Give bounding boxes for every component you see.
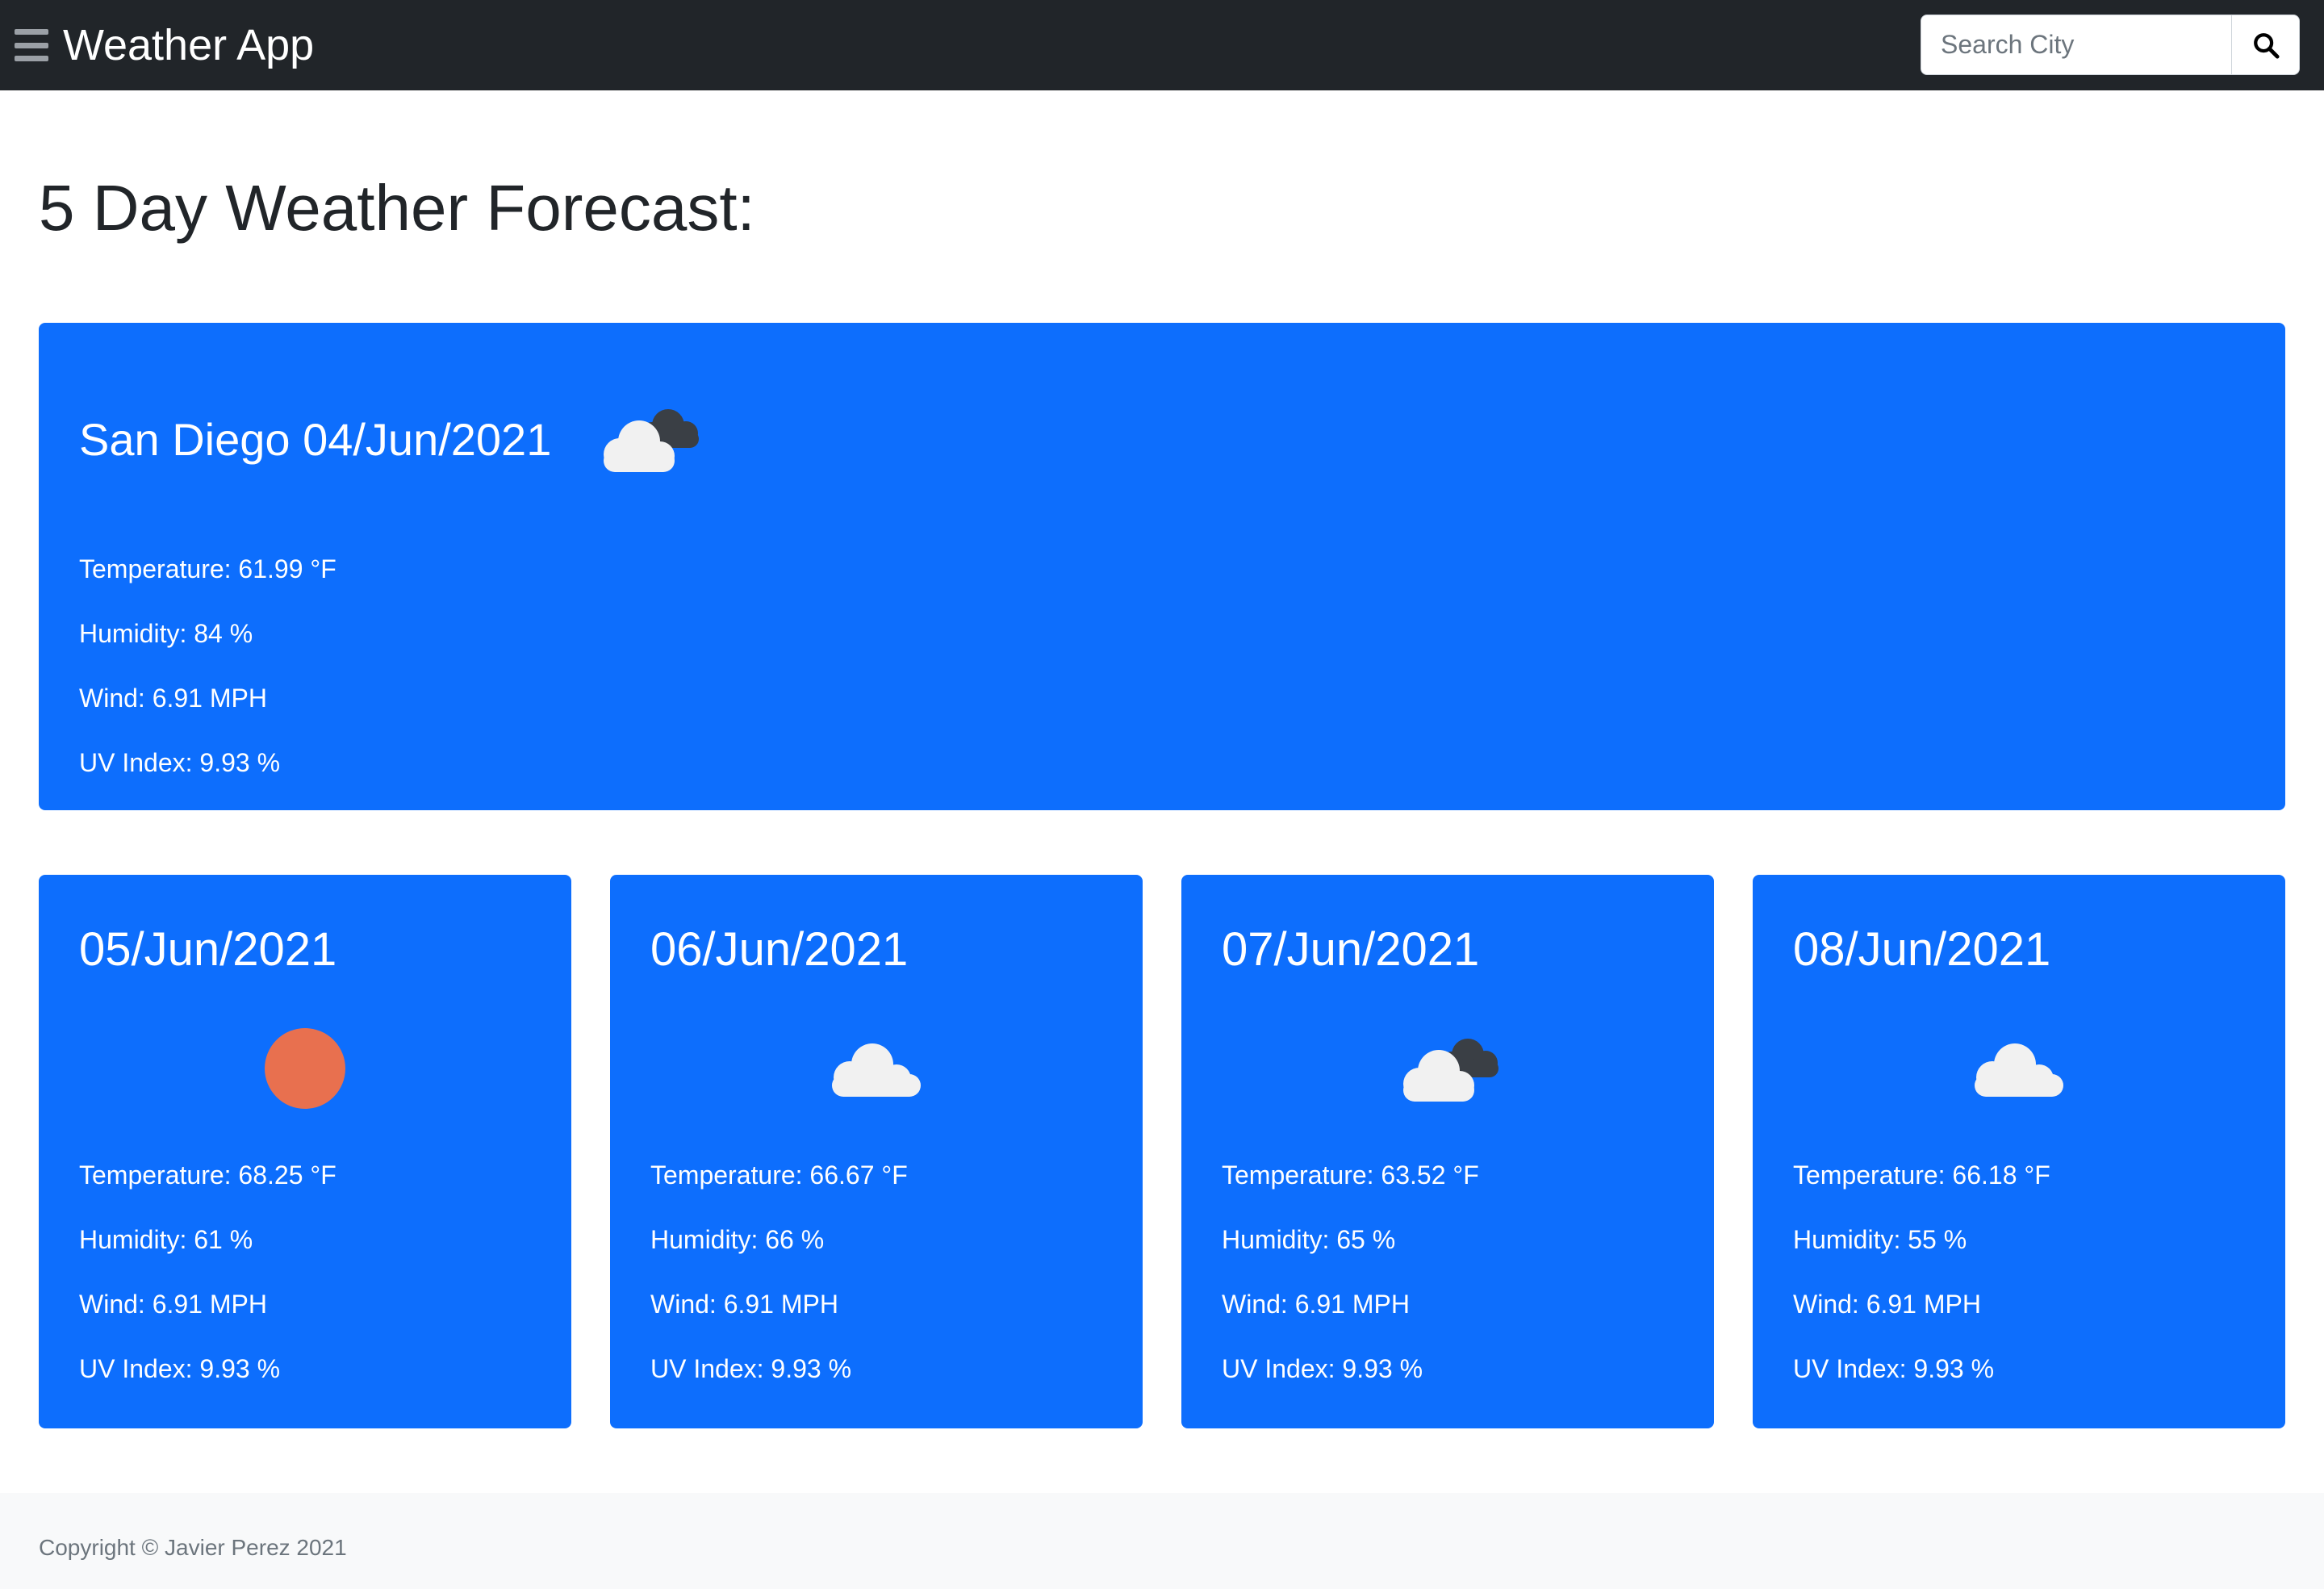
forecast-humidity: Humidity: 66 % — [650, 1225, 825, 1254]
forecast-temperature: Temperature: 63.52 °F — [1222, 1160, 1479, 1190]
forecast-temperature: Temperature: 66.18 °F — [1793, 1160, 2050, 1190]
search-button[interactable] — [2232, 15, 2300, 75]
brand-link[interactable]: Weather App — [63, 19, 314, 71]
forecast-humidity: Humidity: 65 % — [1222, 1225, 1396, 1254]
forecast-temperature: Temperature: 68.25 °F — [79, 1160, 336, 1190]
forecast-wind: Wind: 6.91 MPH — [650, 1290, 838, 1319]
forecast-wind: Wind: 6.91 MPH — [1793, 1290, 1981, 1319]
copyright-text: Copyright © Javier Perez 2021 — [39, 1535, 347, 1560]
footer: Copyright © Javier Perez 2021 — [0, 1493, 2324, 1589]
forecast-card: 07/Jun/2021 Temperature: 63.52 °F Humidi… — [1181, 875, 1714, 1428]
cloud-icon — [1753, 1012, 2285, 1125]
current-uv-index: UV Index: 9.93 % — [79, 748, 281, 777]
forecast-card: 05/Jun/2021 Temperature: 68.25 °F Humidi… — [39, 875, 571, 1428]
forecast-date: 08/Jun/2021 — [1793, 923, 2051, 976]
forecast-date: 06/Jun/2021 — [650, 923, 909, 976]
current-temperature: Temperature: 61.99 °F — [79, 554, 336, 583]
forecast-card: 08/Jun/2021 Temperature: 66.18 °F Humidi… — [1753, 875, 2285, 1428]
forecast-uv-index: UV Index: 9.93 % — [650, 1354, 852, 1383]
current-weather-card: San Diego 04/Jun/2021 Temperature: 61.99… — [39, 323, 2285, 810]
partly-cloudy-icon — [1181, 1012, 1714, 1125]
sun-icon — [39, 1012, 571, 1125]
forecast-wind: Wind: 6.91 MPH — [1222, 1290, 1410, 1319]
forecast-uv-index: UV Index: 9.93 % — [1222, 1354, 1423, 1383]
forecast-date: 05/Jun/2021 — [79, 923, 337, 976]
cloud-icon — [610, 1012, 1143, 1125]
forecast-temperature: Temperature: 66.67 °F — [650, 1160, 908, 1190]
forecast-humidity: Humidity: 61 % — [79, 1225, 253, 1254]
current-wind: Wind: 6.91 MPH — [79, 684, 267, 713]
navbar: Weather App — [0, 0, 2324, 90]
search-input[interactable] — [1921, 15, 2232, 75]
hamburger-menu-icon[interactable] — [15, 29, 48, 61]
partly-cloudy-icon — [587, 391, 708, 484]
forecast-card: 06/Jun/2021 Temperature: 66.67 °F Humidi… — [610, 875, 1143, 1428]
forecast-date: 07/Jun/2021 — [1222, 923, 1480, 976]
current-city-date: San Diego 04/Jun/2021 — [79, 414, 552, 465]
search-form — [1921, 15, 2300, 75]
search-icon — [2253, 32, 2280, 59]
forecast-humidity: Humidity: 55 % — [1793, 1225, 1967, 1254]
current-humidity: Humidity: 84 % — [79, 619, 253, 648]
forecast-uv-index: UV Index: 9.93 % — [79, 1354, 281, 1383]
page-title: 5 Day Weather Forecast: — [39, 172, 755, 244]
forecast-wind: Wind: 6.91 MPH — [79, 1290, 267, 1319]
forecast-uv-index: UV Index: 9.93 % — [1793, 1354, 1995, 1383]
